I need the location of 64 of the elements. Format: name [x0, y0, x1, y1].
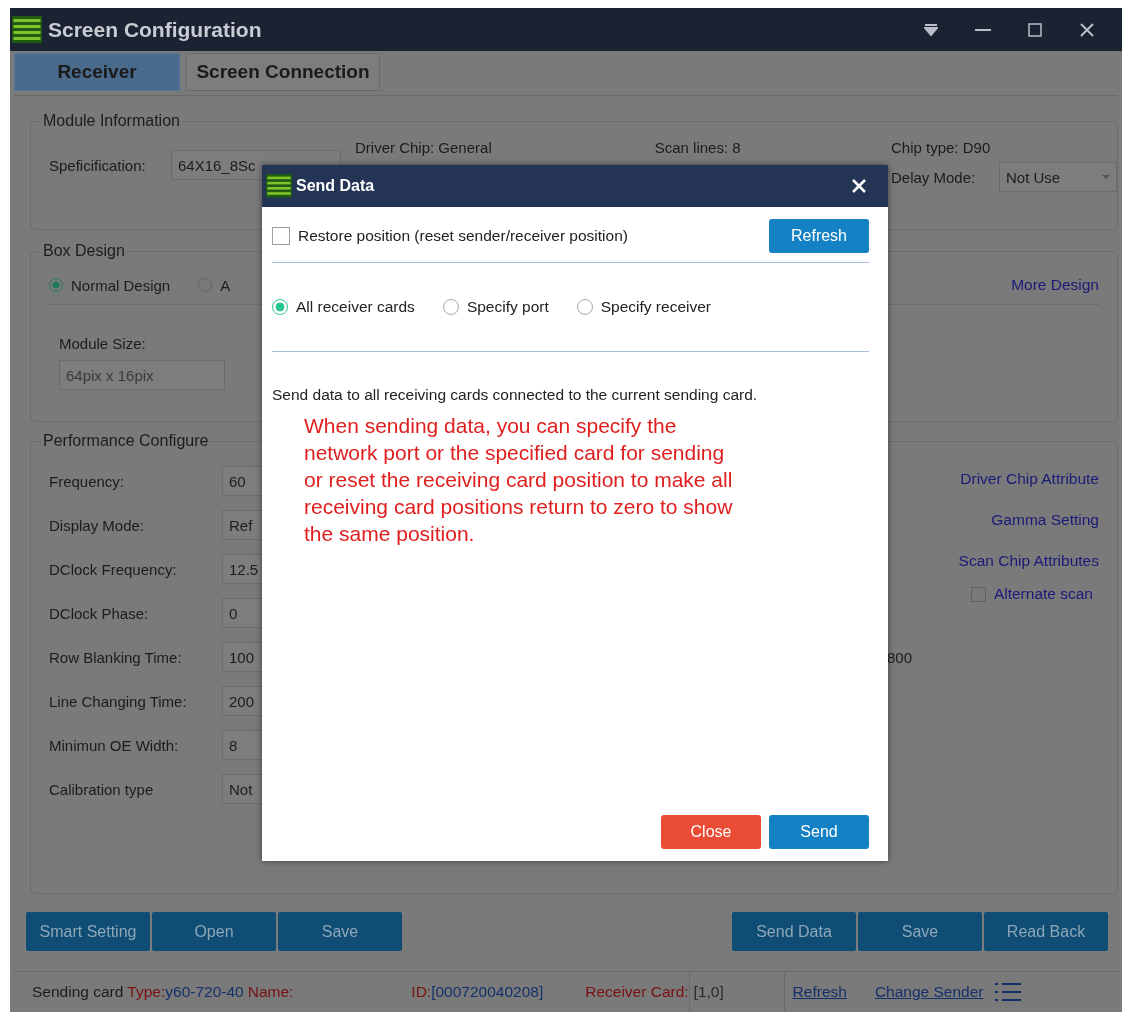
minimize-icon[interactable] [975, 28, 991, 31]
group-title: Box Design [42, 242, 126, 260]
field-label: Calibration type [49, 780, 155, 798]
toolbar-button[interactable]: Save [278, 912, 402, 951]
status-value: y60-720-40 [165, 983, 244, 1001]
driver-chip-text: Driver Chip: General [355, 139, 492, 156]
restore-position-checkbox[interactable]: Restore position (reset sender/receiver position) [272, 227, 628, 245]
more-design-link[interactable]: More Design [1011, 276, 1099, 294]
close-icon[interactable] [1080, 22, 1094, 37]
field-label: Minimun OE Width: [49, 736, 180, 754]
toolbar-button[interactable]: Open [152, 912, 276, 951]
field-label: Module Size: [59, 335, 147, 352]
status-label: Name: [247, 983, 294, 1001]
toolbar-button[interactable]: Smart Setting [26, 912, 150, 951]
scan-lines-text: Scan lines: 8 [654, 139, 741, 156]
alternate-scan-checkbox[interactable]: Alternate scan [970, 585, 1093, 603]
app-logo-icon [12, 16, 42, 43]
status-value: [000720040208] [431, 983, 544, 1001]
refresh-link[interactable]: Refresh [792, 983, 847, 1001]
receiver-card-field[interactable]: [1,0] [688, 973, 785, 1011]
status-label: Type: [127, 983, 166, 1001]
change-sender-link[interactable]: Change Sender [874, 983, 984, 1001]
radio-option[interactable]: Specify receiver [576, 298, 711, 316]
field-label: DClock Phase: [49, 604, 150, 622]
field-label: Row Blanking Time: [49, 648, 183, 666]
note-text: When sending data, you can specify the network port or the specified card for sending or reset the receiving card position to make all receiving card positions return to zero to show the same position. [304, 413, 734, 547]
settings-link[interactable]: Gamma Setting [991, 511, 1099, 529]
status-label: Receiver Card: [585, 983, 689, 1001]
description-text: Send data to all receiving cards connected to the current sending card. [272, 386, 759, 404]
maximize-icon[interactable] [1028, 22, 1042, 37]
status-label: Sending card [32, 983, 124, 1001]
radio-option[interactable]: Normal Design [49, 276, 171, 294]
field-label: DClock Frequency: [49, 560, 178, 578]
field-label: Frequency: [49, 472, 126, 490]
status-label: ID: [411, 983, 432, 1001]
dialog-title: Send Data [296, 177, 376, 195]
field-label: Display Mode: [49, 516, 146, 534]
dropdown-icon[interactable] [924, 23, 938, 36]
caret-icon [1102, 175, 1110, 179]
chip-type-text: Chip type: D90 [891, 139, 992, 156]
settings-link[interactable]: Scan Chip Attributes [958, 552, 1099, 570]
tab[interactable]: Receiver [14, 53, 180, 91]
delay-mode-dropdown[interactable]: Not Use [999, 162, 1117, 192]
close-button[interactable]: Close [661, 815, 761, 849]
refresh-button[interactable]: Refresh [769, 219, 869, 253]
group-title: Module Information [42, 112, 181, 130]
radio-option[interactable]: A [198, 276, 231, 294]
toolbar-button[interactable]: Send Data [732, 912, 856, 951]
settings-link[interactable]: Driver Chip Attribute [960, 470, 1099, 488]
value-text: 800 [887, 648, 913, 666]
app-logo-icon [266, 174, 292, 198]
send-button[interactable]: Send [769, 815, 869, 849]
field-label: Speficification: [49, 156, 147, 174]
list-icon[interactable] [995, 981, 1022, 1003]
toolbar-button[interactable]: Read Back [984, 912, 1108, 951]
tab[interactable]: Screen Connection [186, 53, 380, 91]
radio-option[interactable]: Specify port [442, 298, 549, 316]
radio-option[interactable]: All receiver cards [272, 298, 415, 316]
group-title: Performance Configure [42, 432, 210, 450]
field-label: Delay Mode: [891, 168, 977, 186]
field-label: Line Changing Time: [49, 692, 188, 710]
toolbar-button[interactable]: Save [858, 912, 982, 951]
window-title: Screen Configuration [48, 17, 263, 42]
module-size-field[interactable]: 64pix x 16pix [59, 360, 225, 390]
